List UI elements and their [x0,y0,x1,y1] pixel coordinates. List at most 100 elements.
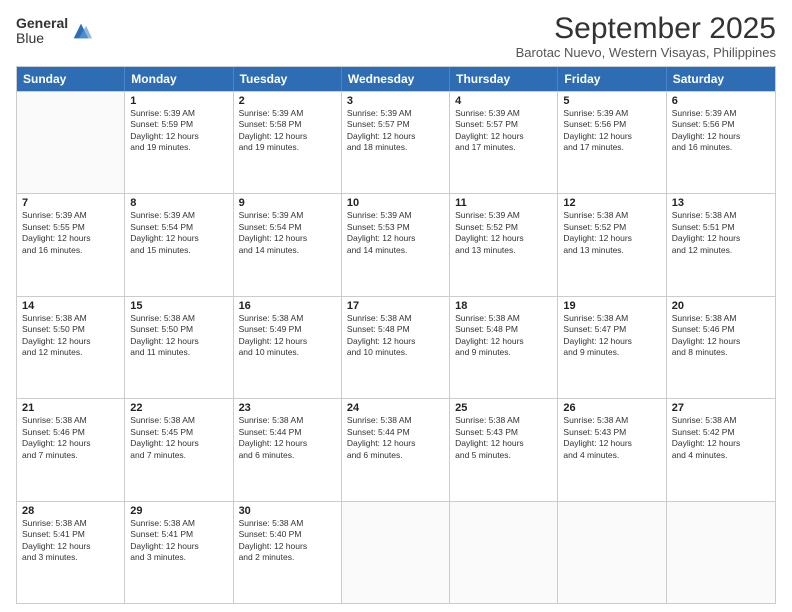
cell-text: Sunrise: 5:38 AMSunset: 5:48 PMDaylight:… [347,313,444,359]
day-number: 11 [455,197,552,209]
calendar-cell: 1Sunrise: 5:39 AMSunset: 5:59 PMDaylight… [125,92,233,193]
cell-text: Sunrise: 5:38 AMSunset: 5:50 PMDaylight:… [22,313,119,359]
calendar-cell [342,502,450,603]
calendar-cell: 18Sunrise: 5:38 AMSunset: 5:48 PMDayligh… [450,297,558,398]
cell-text: Sunrise: 5:38 AMSunset: 5:47 PMDaylight:… [563,313,660,359]
calendar-cell: 13Sunrise: 5:38 AMSunset: 5:51 PMDayligh… [667,194,775,295]
calendar-cell: 12Sunrise: 5:38 AMSunset: 5:52 PMDayligh… [558,194,666,295]
day-number: 16 [239,300,336,312]
logo-text: General Blue [16,16,68,47]
calendar: SundayMondayTuesdayWednesdayThursdayFrid… [16,66,776,604]
cell-text: Sunrise: 5:39 AMSunset: 5:54 PMDaylight:… [130,210,227,256]
cell-text: Sunrise: 5:39 AMSunset: 5:58 PMDaylight:… [239,108,336,154]
day-number: 20 [672,300,770,312]
calendar-cell: 7Sunrise: 5:39 AMSunset: 5:55 PMDaylight… [17,194,125,295]
cell-text: Sunrise: 5:39 AMSunset: 5:57 PMDaylight:… [347,108,444,154]
day-number: 22 [130,402,227,414]
day-number: 8 [130,197,227,209]
day-number: 24 [347,402,444,414]
calendar-cell: 17Sunrise: 5:38 AMSunset: 5:48 PMDayligh… [342,297,450,398]
calendar-cell: 8Sunrise: 5:39 AMSunset: 5:54 PMDaylight… [125,194,233,295]
calendar-cell [558,502,666,603]
title-block: September 2025 Barotac Nuevo, Western Vi… [516,12,776,60]
cell-text: Sunrise: 5:38 AMSunset: 5:40 PMDaylight:… [239,518,336,564]
calendar-cell: 21Sunrise: 5:38 AMSunset: 5:46 PMDayligh… [17,399,125,500]
calendar-cell: 20Sunrise: 5:38 AMSunset: 5:46 PMDayligh… [667,297,775,398]
calendar-cell: 4Sunrise: 5:39 AMSunset: 5:57 PMDaylight… [450,92,558,193]
calendar-cell: 10Sunrise: 5:39 AMSunset: 5:53 PMDayligh… [342,194,450,295]
calendar-cell: 30Sunrise: 5:38 AMSunset: 5:40 PMDayligh… [234,502,342,603]
calendar-row-4: 21Sunrise: 5:38 AMSunset: 5:46 PMDayligh… [17,398,775,500]
calendar-header: SundayMondayTuesdayWednesdayThursdayFrid… [17,67,775,91]
day-number: 28 [22,505,119,517]
day-number: 12 [563,197,660,209]
cell-text: Sunrise: 5:38 AMSunset: 5:49 PMDaylight:… [239,313,336,359]
header: General Blue September 2025 Barotac Nuev… [16,12,776,60]
cell-text: Sunrise: 5:38 AMSunset: 5:41 PMDaylight:… [22,518,119,564]
day-number: 21 [22,402,119,414]
cell-text: Sunrise: 5:38 AMSunset: 5:44 PMDaylight:… [239,415,336,461]
calendar-cell: 25Sunrise: 5:38 AMSunset: 5:43 PMDayligh… [450,399,558,500]
calendar-cell: 24Sunrise: 5:38 AMSunset: 5:44 PMDayligh… [342,399,450,500]
day-number: 30 [239,505,336,517]
calendar-cell: 29Sunrise: 5:38 AMSunset: 5:41 PMDayligh… [125,502,233,603]
day-number: 6 [672,95,770,107]
cell-text: Sunrise: 5:39 AMSunset: 5:53 PMDaylight:… [347,210,444,256]
calendar-cell: 11Sunrise: 5:39 AMSunset: 5:52 PMDayligh… [450,194,558,295]
logo: General Blue [16,16,92,47]
day-number: 10 [347,197,444,209]
calendar-cell: 27Sunrise: 5:38 AMSunset: 5:42 PMDayligh… [667,399,775,500]
month-title: September 2025 [516,12,776,45]
day-number: 15 [130,300,227,312]
day-number: 23 [239,402,336,414]
cell-text: Sunrise: 5:39 AMSunset: 5:54 PMDaylight:… [239,210,336,256]
day-number: 7 [22,197,119,209]
calendar-cell: 2Sunrise: 5:39 AMSunset: 5:58 PMDaylight… [234,92,342,193]
cell-text: Sunrise: 5:38 AMSunset: 5:48 PMDaylight:… [455,313,552,359]
day-number: 25 [455,402,552,414]
day-header-saturday: Saturday [667,67,775,91]
calendar-cell: 14Sunrise: 5:38 AMSunset: 5:50 PMDayligh… [17,297,125,398]
day-number: 5 [563,95,660,107]
cell-text: Sunrise: 5:38 AMSunset: 5:45 PMDaylight:… [130,415,227,461]
calendar-cell: 9Sunrise: 5:39 AMSunset: 5:54 PMDaylight… [234,194,342,295]
cell-text: Sunrise: 5:38 AMSunset: 5:46 PMDaylight:… [22,415,119,461]
page: General Blue September 2025 Barotac Nuev… [0,0,792,612]
logo-icon [70,20,92,42]
calendar-row-2: 7Sunrise: 5:39 AMSunset: 5:55 PMDaylight… [17,193,775,295]
cell-text: Sunrise: 5:39 AMSunset: 5:57 PMDaylight:… [455,108,552,154]
day-number: 17 [347,300,444,312]
cell-text: Sunrise: 5:38 AMSunset: 5:52 PMDaylight:… [563,210,660,256]
calendar-row-5: 28Sunrise: 5:38 AMSunset: 5:41 PMDayligh… [17,501,775,603]
calendar-cell: 19Sunrise: 5:38 AMSunset: 5:47 PMDayligh… [558,297,666,398]
cell-text: Sunrise: 5:39 AMSunset: 5:56 PMDaylight:… [672,108,770,154]
day-number: 2 [239,95,336,107]
calendar-row-3: 14Sunrise: 5:38 AMSunset: 5:50 PMDayligh… [17,296,775,398]
calendar-cell [450,502,558,603]
subtitle: Barotac Nuevo, Western Visayas, Philippi… [516,45,776,60]
calendar-cell: 26Sunrise: 5:38 AMSunset: 5:43 PMDayligh… [558,399,666,500]
day-number: 19 [563,300,660,312]
day-header-thursday: Thursday [450,67,558,91]
logo-blue: Blue [16,30,44,46]
day-number: 14 [22,300,119,312]
day-number: 9 [239,197,336,209]
cell-text: Sunrise: 5:39 AMSunset: 5:59 PMDaylight:… [130,108,227,154]
cell-text: Sunrise: 5:38 AMSunset: 5:44 PMDaylight:… [347,415,444,461]
cell-text: Sunrise: 5:39 AMSunset: 5:52 PMDaylight:… [455,210,552,256]
calendar-cell [17,92,125,193]
day-number: 1 [130,95,227,107]
day-number: 4 [455,95,552,107]
cell-text: Sunrise: 5:38 AMSunset: 5:51 PMDaylight:… [672,210,770,256]
day-header-wednesday: Wednesday [342,67,450,91]
calendar-cell: 23Sunrise: 5:38 AMSunset: 5:44 PMDayligh… [234,399,342,500]
calendar-cell: 3Sunrise: 5:39 AMSunset: 5:57 PMDaylight… [342,92,450,193]
day-header-friday: Friday [558,67,666,91]
day-number: 26 [563,402,660,414]
day-number: 27 [672,402,770,414]
cell-text: Sunrise: 5:38 AMSunset: 5:43 PMDaylight:… [563,415,660,461]
cell-text: Sunrise: 5:38 AMSunset: 5:41 PMDaylight:… [130,518,227,564]
day-number: 13 [672,197,770,209]
cell-text: Sunrise: 5:39 AMSunset: 5:55 PMDaylight:… [22,210,119,256]
calendar-body: 1Sunrise: 5:39 AMSunset: 5:59 PMDaylight… [17,91,775,603]
